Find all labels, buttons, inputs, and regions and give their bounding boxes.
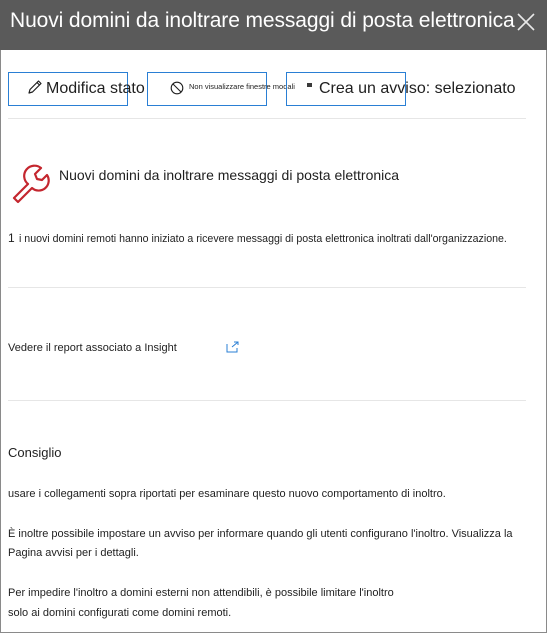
advice-text: Pagina avvisi per i dettagli. xyxy=(8,547,139,559)
divider xyxy=(8,118,526,119)
wrench-icon xyxy=(12,164,50,204)
divider xyxy=(8,287,526,288)
open-in-new-window-icon[interactable] xyxy=(226,341,240,353)
advice-text: usare i collegamenti sopra riportati per… xyxy=(8,488,446,500)
alert-description: i nuovi domini remoti hanno iniziato a r… xyxy=(19,233,507,245)
advice-text: solo ai domini configurati come domini r… xyxy=(8,607,232,619)
advice-text: Per impedire l'inoltro a domini esterni … xyxy=(8,587,394,599)
panel-header: Nuovi domini da inoltrare messaggi di po… xyxy=(0,0,547,50)
close-icon xyxy=(517,13,535,31)
close-button[interactable] xyxy=(514,10,538,34)
alert-icon xyxy=(307,83,312,87)
advice-heading: Consiglio xyxy=(8,445,62,460)
hide-modals-label: Non visualizzare finestre modali xyxy=(189,82,295,91)
hide-modals-button[interactable]: Non visualizzare finestre modali xyxy=(147,72,295,106)
edit-status-label: Modifica stato xyxy=(46,80,145,97)
panel-title: Nuovi domini da inoltrare messaggi di po… xyxy=(10,9,515,32)
create-alert-button[interactable]: Crea un avviso: selezionato xyxy=(286,72,516,106)
insight-report-link[interactable]: Vedere il report associato a Insight xyxy=(8,342,177,354)
block-icon xyxy=(170,81,184,95)
create-alert-label: Crea un avviso: selezionato xyxy=(319,80,516,97)
toolbar: Modifica stato Non visualizzare finestre… xyxy=(0,50,547,118)
divider xyxy=(8,400,526,401)
edit-status-button[interactable]: Modifica stato xyxy=(8,72,145,106)
alert-count: 1 xyxy=(8,231,15,245)
alert-title: Nuovi domini da inoltrare messaggi di po… xyxy=(59,167,400,183)
advice-text: È inoltre possibile impostare un avviso … xyxy=(8,528,513,540)
pencil-icon xyxy=(28,80,42,94)
